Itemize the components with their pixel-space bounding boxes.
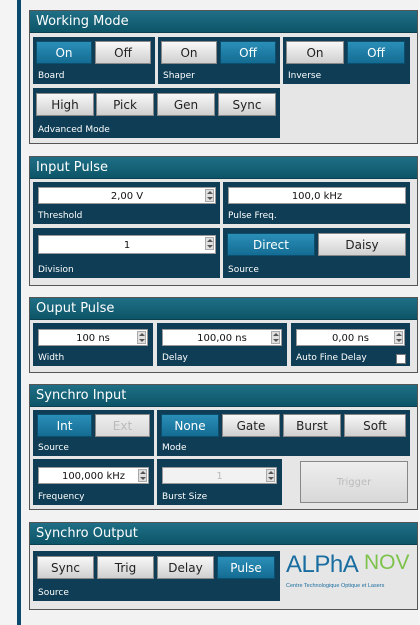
sync-source-ext-button[interactable]: Ext xyxy=(95,414,150,437)
inverse-off-button[interactable]: Off xyxy=(347,41,405,64)
sync-output-source-label: Source xyxy=(38,588,69,598)
mode-soft-button[interactable]: Soft xyxy=(344,414,406,437)
division-value: 1 xyxy=(123,240,131,251)
input-source-group: Direct Daisy Source xyxy=(223,228,410,278)
mode-gate-button[interactable]: Gate xyxy=(222,414,280,437)
burst-size-input[interactable]: 1 xyxy=(162,467,277,484)
input-source-label: Source xyxy=(228,265,259,275)
synchro-input-body: Int Ext Source None Gate Burst Soft Mode… xyxy=(30,407,417,509)
mode-burst-button[interactable]: Burst xyxy=(283,414,341,437)
threshold-spinner-icon[interactable] xyxy=(205,189,214,202)
burst-size-label: Burst Size xyxy=(162,492,208,502)
inverse-group: On Off Inverse xyxy=(283,37,410,84)
frequency-group: 100,000 kHz Frequency xyxy=(33,459,154,505)
auto-fine-delay-checkbox[interactable] xyxy=(396,354,406,364)
input-pulse-body: 2,00 V Threshold 100,0 kHz Pulse Freq. 1… xyxy=(30,179,417,285)
working-mode-body: On Off Board On Off Shaper On Off Invers… xyxy=(30,33,417,143)
width-value: 100 ns xyxy=(76,333,110,344)
sync-source-int-button[interactable]: Int xyxy=(37,414,92,437)
logo-alpha-text: ALPhA xyxy=(286,551,359,578)
shaper-group: On Off Shaper xyxy=(158,37,280,84)
pulse-freq-label: Pulse Freq. xyxy=(228,211,277,221)
synchro-input-panel: Synchro Input Int Ext Source None Gate B… xyxy=(29,384,418,510)
auto-fine-delay-label: Auto Fine Delay xyxy=(296,353,367,363)
width-input[interactable]: 100 ns xyxy=(38,329,148,346)
burst-size-spinner-icon[interactable] xyxy=(266,469,275,482)
window-frame: Working Mode On Off Board On Off Shaper … xyxy=(17,0,418,625)
logo-nov-text: NOV xyxy=(364,551,410,574)
width-spinner-icon[interactable] xyxy=(137,331,146,344)
delay-label: Delay xyxy=(162,353,188,363)
threshold-group: 2,00 V Threshold xyxy=(33,182,220,224)
working-mode-title: Working Mode xyxy=(30,11,417,33)
board-group: On Off Board xyxy=(33,37,155,84)
output-delay-button[interactable]: Delay xyxy=(157,556,214,579)
inverse-label: Inverse xyxy=(288,71,322,81)
source-daisy-button[interactable]: Daisy xyxy=(318,233,406,256)
fine-delay-input[interactable]: 0,00 ns xyxy=(296,329,405,346)
output-sync-button[interactable]: Sync xyxy=(37,556,94,579)
sync-output-source-group: Sync Trig Delay Pulse Source xyxy=(33,551,280,601)
advanced-mode-group: High Pick Gen Sync Advanced Mode xyxy=(33,88,280,138)
delay-group: 100,00 ns Delay xyxy=(157,323,287,366)
trigger-button[interactable]: Trigger xyxy=(300,461,408,503)
sync-source-label: Source xyxy=(38,443,69,453)
threshold-input[interactable]: 2,00 V xyxy=(38,187,216,204)
synchro-input-title: Synchro Input xyxy=(30,385,417,407)
sync-mode-label: Mode xyxy=(162,443,187,453)
delay-input[interactable]: 100,00 ns xyxy=(162,329,282,346)
input-pulse-title: Input Pulse xyxy=(30,157,417,179)
frequency-value: 100,000 kHz xyxy=(61,471,126,482)
board-label: Board xyxy=(38,71,65,81)
frequency-input[interactable]: 100,000 kHz xyxy=(38,467,149,484)
inverse-on-button[interactable]: On xyxy=(286,41,344,64)
threshold-label: Threshold xyxy=(38,211,83,221)
logo-tagline: Centre Technologique Optique et Lasers xyxy=(286,583,385,589)
width-label: Width xyxy=(38,353,65,363)
advanced-pick-button[interactable]: Pick xyxy=(96,93,154,116)
burst-size-group: 1 Burst Size xyxy=(157,459,282,505)
frequency-label: Frequency xyxy=(38,492,85,502)
frequency-spinner-icon[interactable] xyxy=(138,469,147,482)
shaper-label: Shaper xyxy=(163,71,195,81)
pulse-freq-field: 100,0 kHz xyxy=(228,187,406,204)
fine-delay-spinner-icon[interactable] xyxy=(394,331,403,344)
shaper-on-button[interactable]: On xyxy=(161,41,217,64)
delay-value: 100,00 ns xyxy=(197,333,247,344)
division-group: 1 Division xyxy=(33,228,220,278)
output-pulse-title: Ouput Pulse xyxy=(30,298,417,320)
pulse-freq-group: 100,0 kHz Pulse Freq. xyxy=(223,182,410,224)
source-direct-button[interactable]: Direct xyxy=(227,233,315,256)
synchro-output-title: Synchro Output xyxy=(30,523,417,545)
alphanov-logo: ALPhA NOV Centre Technologique Optique e… xyxy=(286,551,414,603)
fine-delay-value: 0,00 ns xyxy=(332,333,369,344)
output-pulse-button[interactable]: Pulse xyxy=(217,556,275,579)
division-spinner-icon[interactable] xyxy=(205,237,214,250)
width-group: 100 ns Width xyxy=(33,323,153,366)
board-on-button[interactable]: On xyxy=(36,41,92,64)
division-input[interactable]: 1 xyxy=(38,235,216,254)
mode-none-button[interactable]: None xyxy=(161,414,219,437)
board-off-button[interactable]: Off xyxy=(95,41,151,64)
advanced-high-button[interactable]: High xyxy=(36,93,94,116)
working-mode-panel: Working Mode On Off Board On Off Shaper … xyxy=(29,10,418,144)
delay-spinner-icon[interactable] xyxy=(271,331,280,344)
synchro-output-panel: Synchro Output Sync Trig Delay Pulse Sou… xyxy=(29,522,418,610)
advanced-mode-label: Advanced Mode xyxy=(38,125,110,135)
synchro-output-body: Sync Trig Delay Pulse Source ALPhA NOV C… xyxy=(30,545,417,609)
window-content: Working Mode On Off Board On Off Shaper … xyxy=(21,0,418,625)
burst-size-value: 1 xyxy=(216,471,223,482)
advanced-sync-button[interactable]: Sync xyxy=(218,93,276,116)
output-trig-button[interactable]: Trig xyxy=(97,556,154,579)
output-pulse-body: 100 ns Width 100,00 ns Delay 0,00 ns Aut… xyxy=(30,320,417,372)
threshold-value: 2,00 V xyxy=(110,191,144,202)
auto-fine-delay-group: 0,00 ns Auto Fine Delay xyxy=(291,323,410,366)
input-pulse-panel: Input Pulse 2,00 V Threshold 100,0 kHz P… xyxy=(29,156,418,286)
division-label: Division xyxy=(38,265,74,275)
shaper-off-button[interactable]: Off xyxy=(220,41,276,64)
sync-mode-group: None Gate Burst Soft Mode xyxy=(157,410,410,456)
sync-source-group: Int Ext Source xyxy=(33,410,154,456)
advanced-gen-button[interactable]: Gen xyxy=(157,93,215,116)
output-pulse-panel: Ouput Pulse 100 ns Width 100,00 ns Delay… xyxy=(29,297,418,373)
